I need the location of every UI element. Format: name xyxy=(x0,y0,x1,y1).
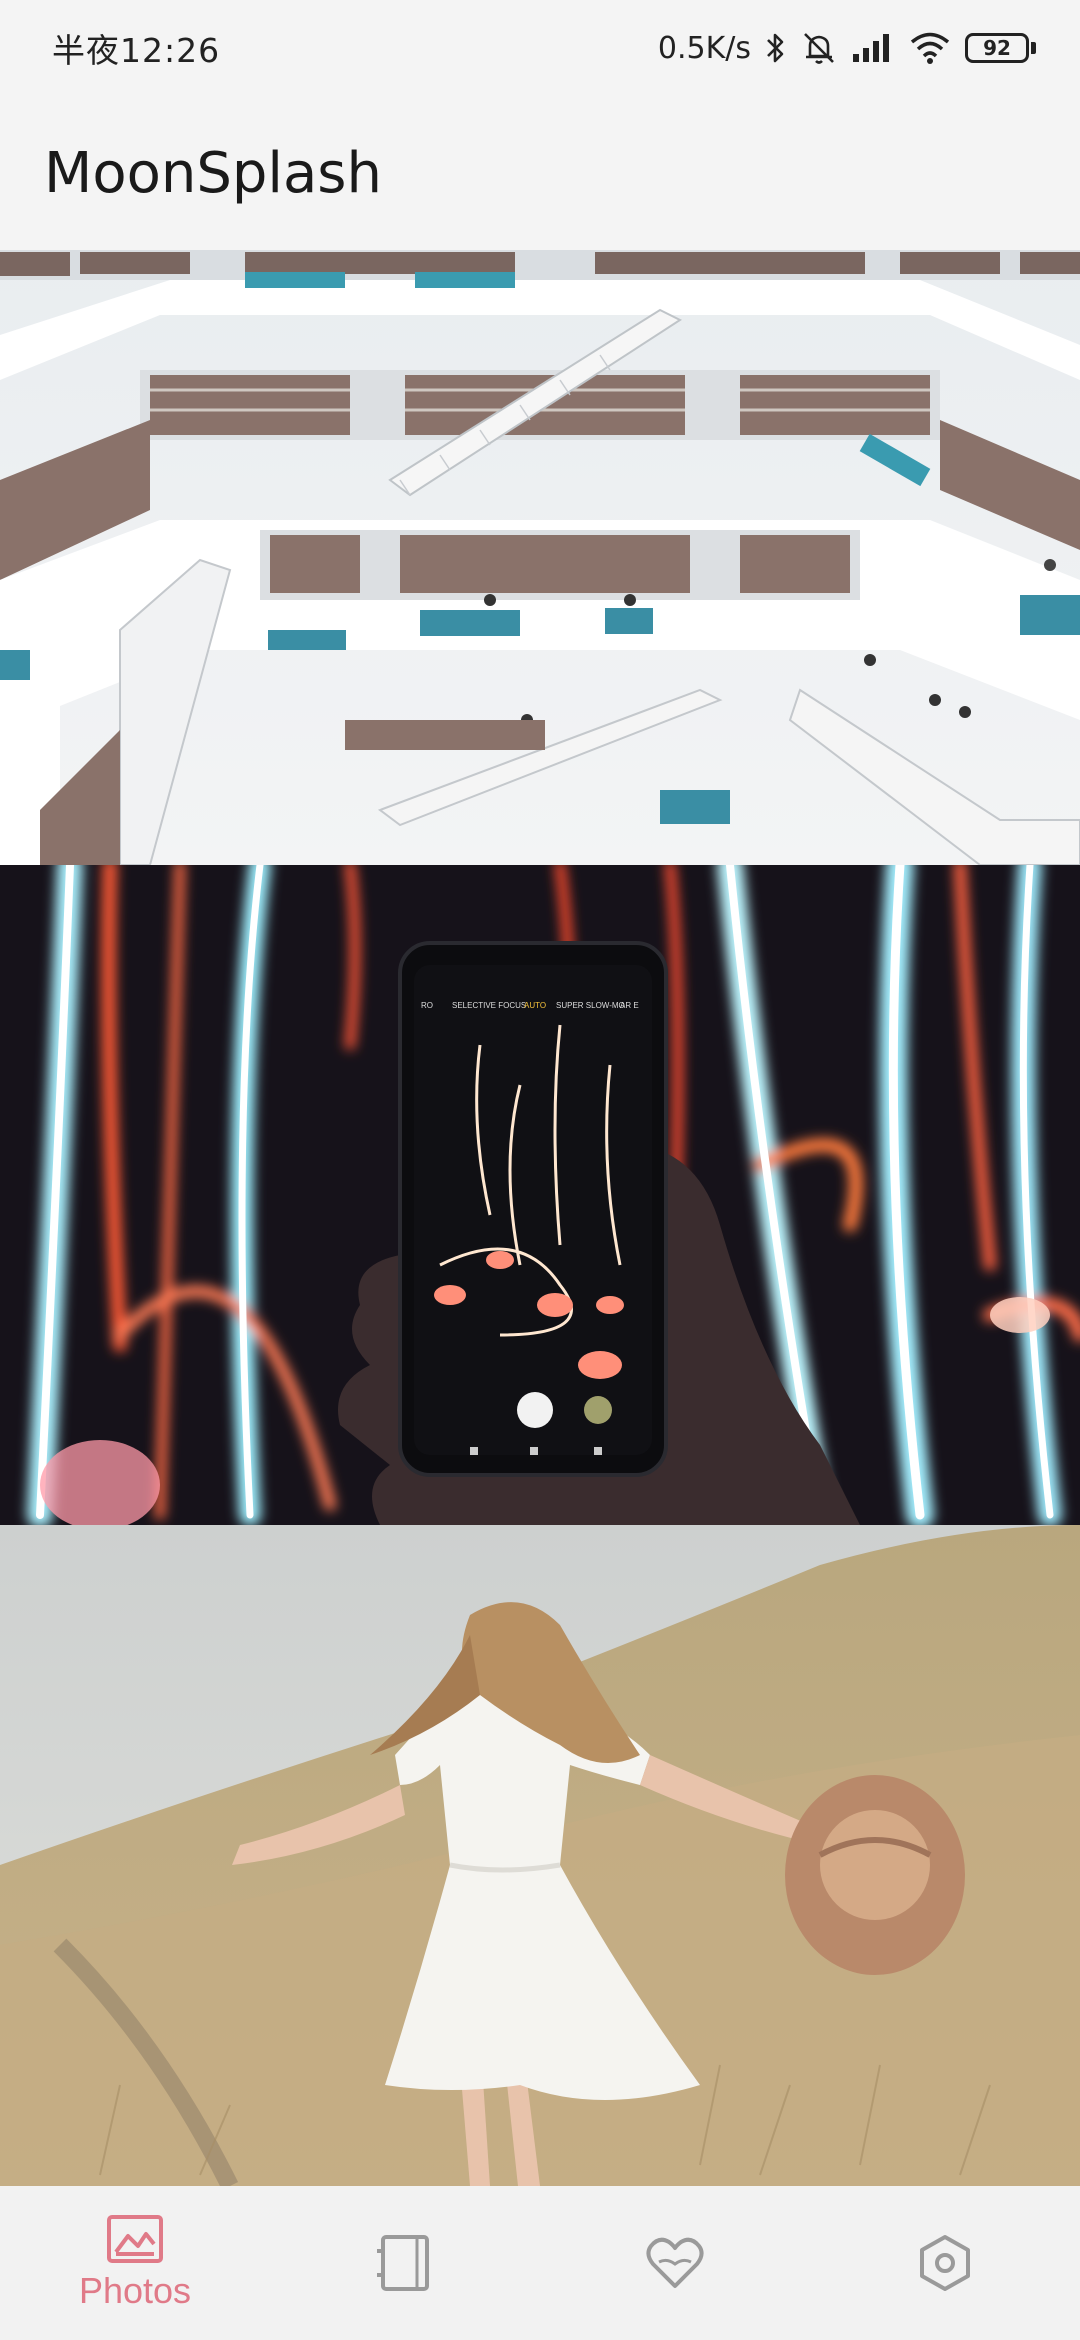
field-photo xyxy=(0,1525,1080,2186)
status-bar: 半夜12:26 0.5K/s 92 xyxy=(0,0,1080,96)
photo-card-library[interactable] xyxy=(0,250,1080,865)
heart-icon xyxy=(645,2236,705,2290)
svg-text:SELECTIVE FOCUS: SELECTIVE FOCUS xyxy=(452,1001,526,1010)
mute-icon xyxy=(801,30,837,66)
nav-item-settings[interactable] xyxy=(810,2186,1080,2340)
wifi-icon xyxy=(909,31,951,65)
photo-card-field[interactable] xyxy=(0,1525,1080,2186)
status-icons: 0.5K/s 92 xyxy=(658,30,1036,66)
svg-text:RO: RO xyxy=(421,1001,433,1010)
image-icon xyxy=(106,2214,164,2264)
photo-feed[interactable]: RO SELECTIVE FOCUS AUTO SUPER SLOW-MO AR… xyxy=(0,250,1080,2186)
photo-card-neon[interactable]: RO SELECTIVE FOCUS AUTO SUPER SLOW-MO AR… xyxy=(0,865,1080,1525)
library-photo xyxy=(0,250,1080,865)
nav-item-photos[interactable]: Photos xyxy=(0,2186,270,2340)
nav-item-collections[interactable] xyxy=(270,2186,540,2340)
battery-level: 92 xyxy=(965,33,1029,63)
bluetooth-icon xyxy=(765,31,787,65)
signal-icon xyxy=(851,32,895,64)
network-speed: 0.5K/s xyxy=(657,30,751,66)
bottom-navigation: Photos xyxy=(0,2186,1080,2340)
svg-text:AR E: AR E xyxy=(620,1001,639,1010)
app-screen: 半夜12:26 0.5K/s 92 MoonSplash RO SELECTIV… xyxy=(0,0,1080,2340)
neon-phone-photo: RO SELECTIVE FOCUS AUTO SUPER SLOW-MO AR… xyxy=(0,865,1080,1525)
nav-item-favorites[interactable] xyxy=(540,2186,810,2340)
app-title: MoonSplash xyxy=(44,140,382,206)
app-bar: MoonSplash xyxy=(0,96,1080,250)
svg-text:AUTO: AUTO xyxy=(524,1001,546,1010)
settings-icon xyxy=(916,2234,974,2292)
svg-text:SUPER SLOW-MO: SUPER SLOW-MO xyxy=(556,1001,625,1010)
collection-icon xyxy=(377,2233,433,2293)
status-time: 半夜12:26 xyxy=(52,31,221,70)
battery-icon: 92 xyxy=(965,33,1036,63)
nav-label-photos: Photos xyxy=(78,2270,192,2311)
